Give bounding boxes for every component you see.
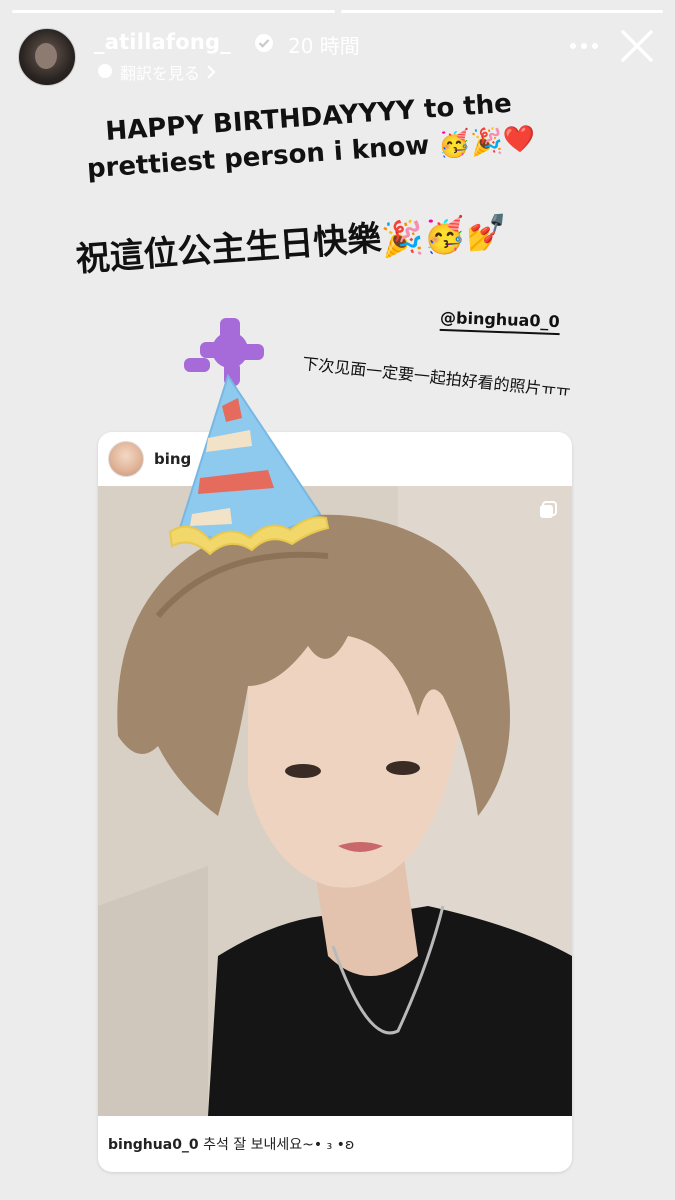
story-caption-chinese: 祝這位公主生日快樂🎉🥳💅	[74, 202, 510, 282]
portrait-illustration	[98, 486, 572, 1116]
emoji-sticker: 🥳🎉❤️	[437, 123, 537, 161]
chevron-right-icon	[207, 65, 216, 79]
time-ago: 20 時間	[288, 34, 360, 58]
pom-pom	[184, 318, 264, 386]
story-header: _atillafong_ 20 時間 翻訳を見る	[18, 26, 657, 86]
mention-sticker[interactable]: @binghua0_0	[439, 307, 560, 336]
story-progress-bar	[12, 10, 663, 13]
progress-segment	[12, 10, 335, 13]
verified-badge-icon	[255, 34, 273, 52]
party-hat-sticker	[168, 318, 330, 556]
story-caption-english: HAPPY BIRTHDAYYYY to the prettiest perso…	[48, 82, 572, 191]
translate-icon	[98, 64, 112, 78]
shared-post-avatar	[108, 441, 144, 477]
emoji-sticker: 🎉🥳💅	[379, 211, 510, 261]
story-note-text: 下次见面一定要一起拍好看的照片ㅠㅠ	[301, 353, 572, 402]
progress-segment	[340, 10, 663, 13]
more-icon[interactable]	[569, 40, 599, 52]
chinese-caption-text: 祝這位公主生日快樂	[74, 218, 383, 280]
shared-post-caption: binghua0_0 추석 잘 보내세요~• ₃ •ʚ	[108, 1134, 354, 1154]
username[interactable]: _atillafong_	[94, 30, 231, 54]
caption-text: 추석 잘 보내세요~• ₃ •ʚ	[203, 1137, 355, 1153]
close-icon[interactable]	[617, 26, 657, 66]
translate-link[interactable]: 翻訳を見る	[96, 60, 216, 84]
multi-photo-icon	[540, 501, 557, 518]
translate-label: 翻訳を見る	[120, 64, 201, 83]
avatar[interactable]	[18, 28, 76, 86]
caption-username: binghua0_0	[108, 1137, 199, 1153]
shared-post-photo	[98, 486, 572, 1116]
